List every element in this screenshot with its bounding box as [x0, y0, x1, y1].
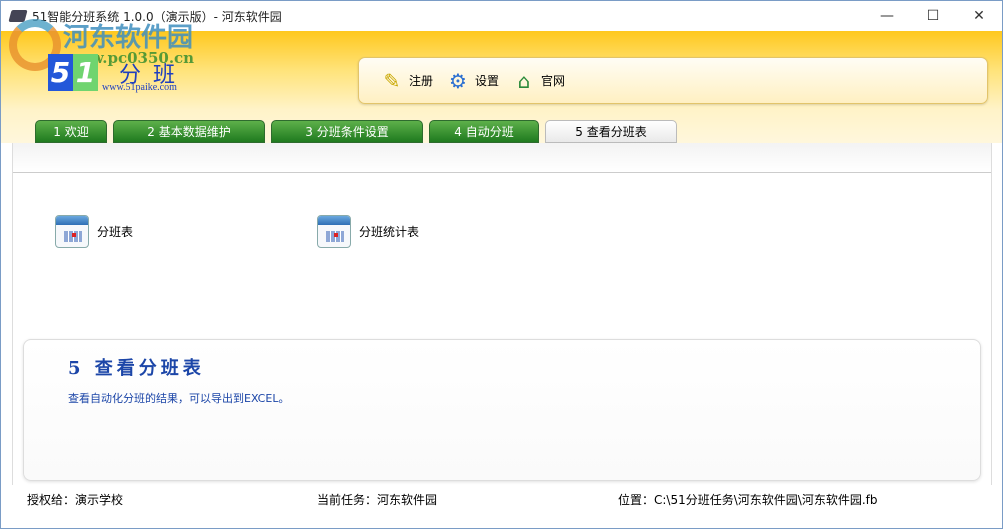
- tab-view-tables[interactable]: 5 查看分班表: [545, 120, 677, 143]
- info-panel: 5 查看分班表 查看自动化分班的结果，可以导出到EXCEL。: [23, 339, 981, 481]
- tab-basic-data[interactable]: 2 基本数据维护: [113, 120, 265, 143]
- tab-conditions[interactable]: 3 分班条件设置: [271, 120, 423, 143]
- website-label: 官网: [541, 74, 566, 88]
- minimize-button[interactable]: —: [864, 1, 910, 31]
- website-button[interactable]: ⌂ 官网: [511, 68, 565, 94]
- tab-auto-assign[interactable]: 4 自动分班: [429, 120, 539, 143]
- header-banner: 河东软件园 www.pc0350.cn 5 1 分班 www.51paike.c…: [1, 19, 1002, 143]
- logo-digit: 5: [48, 54, 73, 91]
- home-globe-icon: ⌂: [517, 68, 531, 93]
- logo-digit: 1: [73, 54, 98, 91]
- toolbar: ✎ 注册 ⚙ 设置 ⌂ 官网: [358, 57, 988, 104]
- tab-bar: 1 欢迎 2 基本数据维护 3 分班条件设置 4 自动分班 5 查看分班表: [35, 120, 677, 143]
- class-stats-link[interactable]: 分班统计表: [317, 215, 419, 248]
- status-bar: 授权给：演示学校 当前任务：河东软件园 位置：C:\51分班任务\河东软件园\河…: [1, 485, 1002, 513]
- class-table-label: 分班表: [97, 225, 134, 239]
- logo: 5 1: [48, 54, 98, 91]
- settings-label: 设置: [475, 74, 500, 88]
- content-band: [13, 143, 991, 173]
- gear-icon: ⚙: [449, 68, 467, 93]
- class-table-link[interactable]: 分班表: [55, 215, 133, 248]
- maximize-button[interactable]: ☐: [910, 1, 956, 31]
- info-title: 5 查看分班表: [68, 358, 205, 379]
- task-status: 当前任务：河东软件园: [317, 492, 438, 507]
- content-panel: 分班表 分班统计表 5 查看分班表 查看自动化分班的结果，可以导出到EXCEL。: [12, 143, 992, 485]
- class-stats-label: 分班统计表: [359, 225, 420, 239]
- register-button[interactable]: ✎ 注册: [379, 68, 433, 94]
- location-status: 位置：C:\51分班任务\河东软件园\河东软件园.fb: [618, 492, 878, 507]
- calendar-icon: [317, 215, 351, 248]
- register-icon: ✎: [383, 68, 401, 93]
- close-button[interactable]: ✕: [956, 1, 1002, 31]
- settings-button[interactable]: ⚙ 设置: [445, 68, 499, 94]
- logo-url: www.51paike.com: [102, 82, 177, 93]
- tab-welcome[interactable]: 1 欢迎: [35, 120, 107, 143]
- calendar-icon: [55, 215, 89, 248]
- info-description: 查看自动化分班的结果，可以导出到EXCEL。: [68, 392, 290, 405]
- register-label: 注册: [409, 74, 434, 88]
- license-status: 授权给：演示学校: [27, 492, 124, 507]
